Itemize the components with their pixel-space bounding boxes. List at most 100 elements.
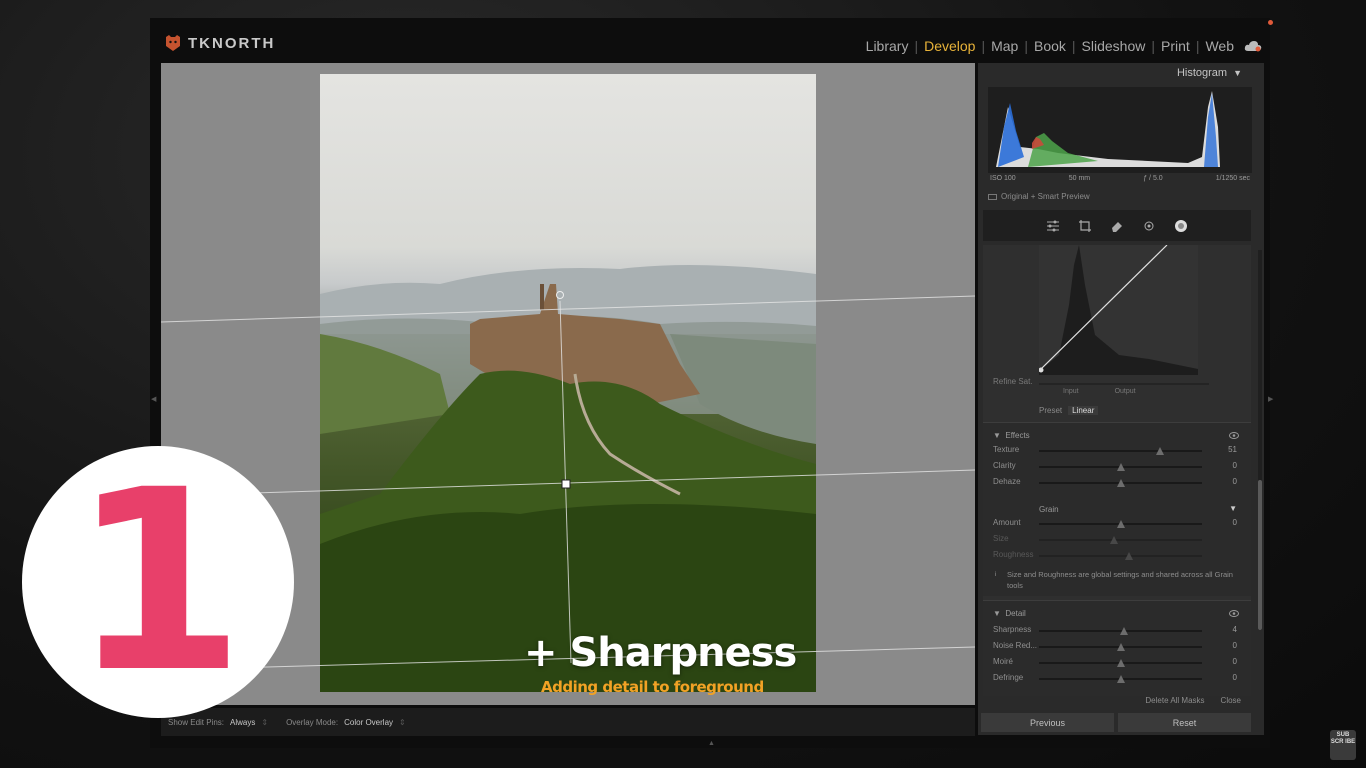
slider-label: Amount: [993, 518, 1021, 527]
slider-thumb[interactable]: [1119, 627, 1128, 635]
video-caption-title: + Sharpness: [524, 630, 797, 676]
slider-value[interactable]: 0: [1233, 477, 1237, 486]
slider-sharpness[interactable]: Sharpness 4: [993, 625, 1245, 637]
eye-icon[interactable]: [1229, 610, 1239, 617]
red-eye-icon[interactable]: [1141, 218, 1157, 234]
curve-io-labels: Input Output: [1063, 388, 1136, 395]
slider-size[interactable]: Size: [993, 534, 1245, 546]
triangle-down-icon[interactable]: ▼: [1229, 504, 1237, 513]
eye-icon[interactable]: [1229, 432, 1239, 439]
slider-value[interactable]: 4: [1233, 625, 1237, 634]
module-map[interactable]: Map: [987, 38, 1022, 54]
right-panel-toggle-icon[interactable]: ▶: [1268, 395, 1273, 403]
slider-track[interactable]: [1039, 539, 1202, 541]
effects-header[interactable]: ▼ Effects: [993, 431, 1030, 440]
subscribe-text: SUB SCR IBE: [1330, 732, 1356, 745]
module-book[interactable]: Book: [1030, 38, 1070, 54]
slider-amount[interactable]: Amount 0: [993, 518, 1245, 530]
iso-value: ISO 100: [990, 175, 1016, 182]
info-icon: i: [995, 572, 997, 578]
module-separator: |: [1071, 38, 1076, 54]
slider-thumb[interactable]: [1116, 479, 1125, 487]
edit-tools-bar: [983, 210, 1251, 241]
chevron-updown-icon: ⇕: [261, 717, 269, 727]
slider-thumb[interactable]: [1116, 463, 1125, 471]
slider-thumb[interactable]: [1116, 659, 1125, 667]
focal-length-value: 50 mm: [1068, 175, 1091, 182]
detail-header[interactable]: ▼ Detail: [993, 609, 1026, 618]
module-library[interactable]: Library: [862, 38, 913, 54]
preset-select[interactable]: Linear: [1068, 406, 1099, 415]
overlay-mode-select[interactable]: Color Overlay: [344, 718, 393, 727]
slider-clarity[interactable]: Clarity 0: [993, 461, 1245, 473]
slider-label: Clarity: [993, 461, 1016, 470]
slider-thumb[interactable]: [1116, 675, 1125, 683]
delete-all-masks-button[interactable]: Delete All Masks: [1145, 696, 1204, 712]
slider-track[interactable]: [1039, 555, 1202, 557]
develop-controls[interactable]: Refine Sat. Input Output Preset Linear ▼…: [983, 244, 1251, 696]
sliders-icon[interactable]: [1045, 218, 1061, 234]
masking-icon[interactable]: [1173, 218, 1189, 234]
module-print[interactable]: Print: [1157, 38, 1194, 54]
slider-dehaze[interactable]: Dehaze 0: [993, 477, 1245, 489]
module-picker: Library | Develop | Map | Book | Slideshow | Print…: [862, 38, 1262, 54]
histogram-title: Histogram: [1176, 67, 1228, 79]
curve-preset: Preset Linear: [1039, 406, 1099, 415]
module-separator: |: [1024, 38, 1028, 54]
slider-thumb[interactable]: [1109, 536, 1118, 544]
module-web[interactable]: Web: [1201, 38, 1238, 54]
eraser-icon[interactable]: [1109, 218, 1125, 234]
scrollbar-thumb[interactable]: [1258, 480, 1262, 630]
slider-thumb[interactable]: [1116, 520, 1125, 528]
tone-curve[interactable]: [1038, 244, 1198, 375]
slider-defringe[interactable]: Defringe 0: [993, 673, 1245, 685]
reset-button[interactable]: Reset: [1118, 713, 1251, 732]
slider-label: Moiré: [993, 657, 1014, 666]
slider-value[interactable]: 0: [1233, 673, 1237, 682]
right-panel: Histogram ▼ ISO 100 50 mm ƒ / 5.0 1/1250 …: [978, 63, 1264, 735]
slider-value[interactable]: 51: [1228, 445, 1237, 454]
mask-actions: Delete All Masks Close: [983, 696, 1251, 712]
slider-label: Dehaze: [993, 477, 1021, 486]
filmstrip-toggle-icon[interactable]: ▲: [708, 740, 715, 747]
slider-track[interactable]: [1039, 450, 1202, 452]
slider-moir[interactable]: Moiré 0: [993, 657, 1245, 669]
histogram-panel-header[interactable]: Histogram ▼: [1177, 67, 1242, 79]
close-button[interactable]: Close: [1221, 696, 1241, 712]
slider-value[interactable]: 0: [1233, 518, 1237, 527]
module-slideshow[interactable]: Slideshow: [1078, 38, 1150, 54]
slider-roughness[interactable]: Roughness: [993, 550, 1245, 562]
slider-thumb[interactable]: [1116, 643, 1125, 651]
slider-label: Noise Red...: [993, 641, 1038, 650]
cloud-sync-icon[interactable]: [1244, 40, 1262, 52]
subscribe-badge[interactable]: SUB SCR IBE: [1330, 730, 1356, 760]
slider-thumb[interactable]: [1124, 552, 1133, 560]
smart-preview-icon: [988, 193, 997, 200]
brand-logo: TKNORTH: [164, 34, 275, 52]
module-separator: |: [914, 38, 919, 54]
module-develop[interactable]: Develop: [920, 38, 979, 54]
preset-label: Preset: [1039, 406, 1063, 415]
slider-label: Texture: [993, 445, 1020, 454]
crop-icon[interactable]: [1077, 218, 1093, 234]
module-separator: |: [1195, 38, 1200, 54]
panel-scrollbar[interactable]: [1258, 250, 1262, 630]
histogram-metadata: ISO 100 50 mm ƒ / 5.0 1/1250 sec: [988, 175, 1252, 182]
slider-thumb[interactable]: [1155, 447, 1164, 455]
notification-dot: [1268, 20, 1273, 25]
left-panel-toggle-icon[interactable]: ◀: [151, 395, 156, 403]
module-separator: |: [981, 38, 986, 54]
video-caption-subtitle: Adding detail to foreground: [541, 678, 764, 696]
slider-label: Size: [993, 534, 1009, 543]
slider-value[interactable]: 0: [1233, 461, 1237, 470]
slider-value[interactable]: 0: [1233, 657, 1237, 666]
grain-header[interactable]: Grain: [1039, 505, 1059, 514]
input-label: Input: [1063, 388, 1079, 395]
slider-noise-red[interactable]: Noise Red... 0: [993, 641, 1245, 653]
slider-texture[interactable]: Texture 51: [993, 445, 1245, 457]
output-label: Output: [1114, 388, 1136, 395]
histogram[interactable]: [988, 87, 1252, 173]
slider-value[interactable]: 0: [1233, 641, 1237, 650]
previous-button[interactable]: Previous: [981, 713, 1114, 732]
effects-section: ▼ Effects Grain ▼ Size and Roughness are…: [983, 422, 1251, 596]
